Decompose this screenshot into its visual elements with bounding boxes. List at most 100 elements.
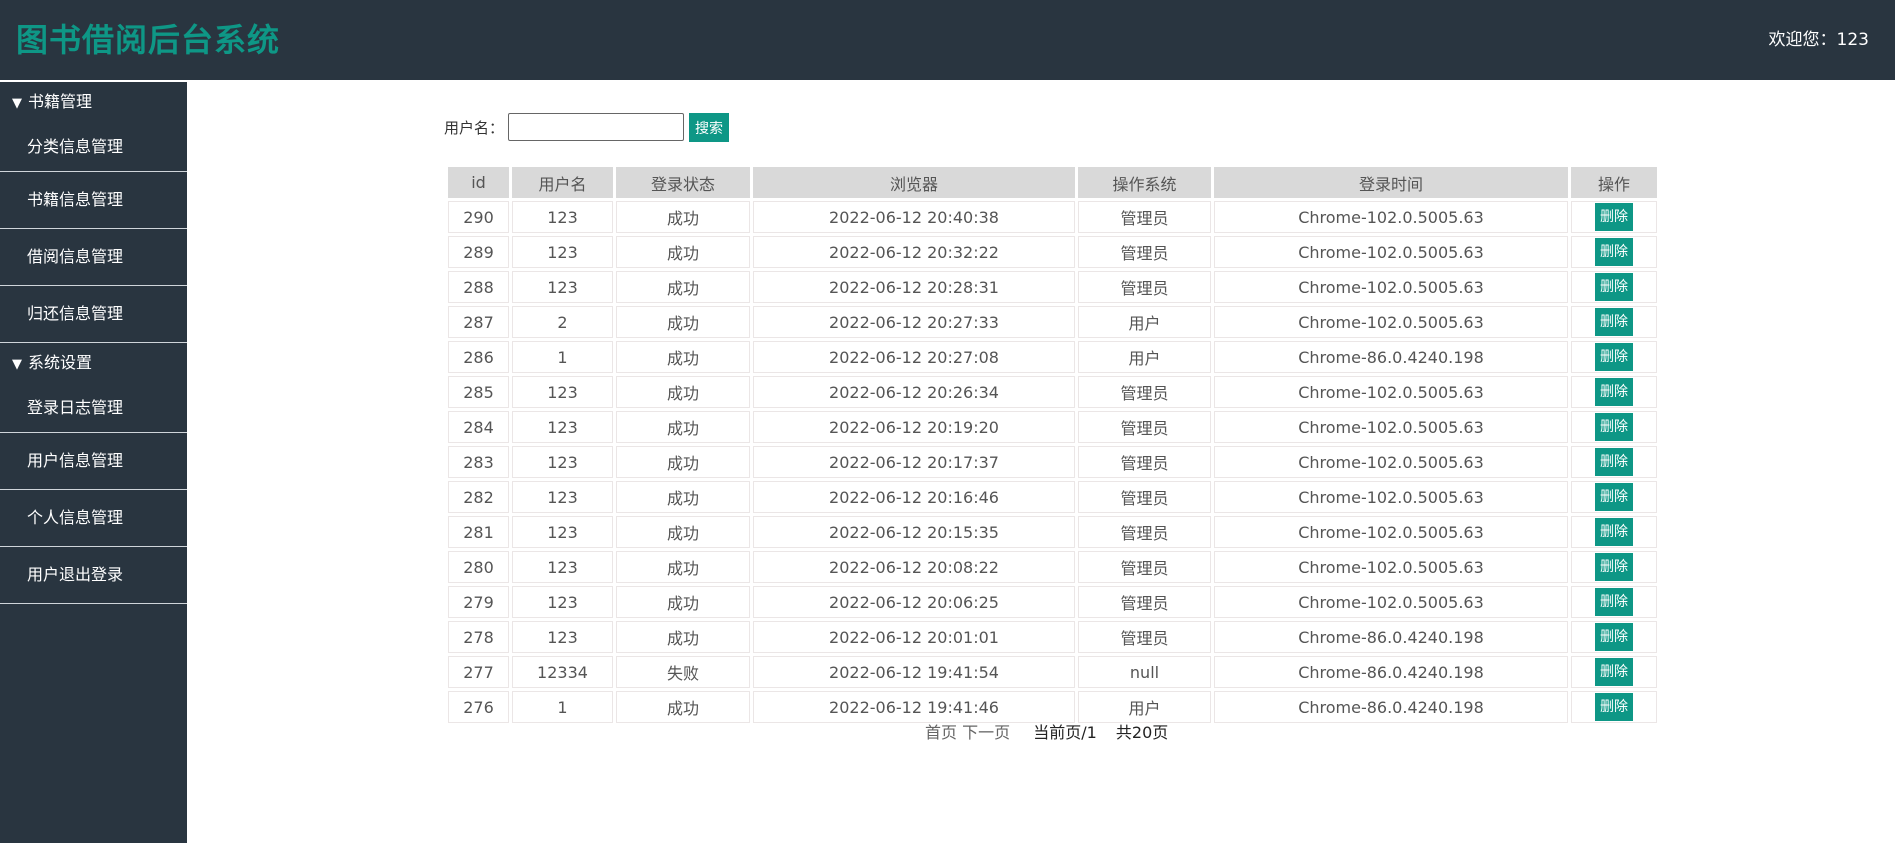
cell-id: 279 [448, 586, 509, 618]
cell-id: 278 [448, 621, 509, 653]
cell-status: 成功 [616, 306, 750, 338]
cell-status: 成功 [616, 586, 750, 618]
cell-status: 成功 [616, 341, 750, 373]
sidebar-item-users[interactable]: 用户信息管理 [0, 433, 187, 490]
table-row: 287 2 成功 2022-06-12 20:27:33 用户 Chrome-102.0.… [448, 306, 1657, 338]
sidebar: ▼ 书籍管理 分类信息管理 书籍信息管理 借阅信息管理 归还信息管理 ▼ 系统设置 … [0, 80, 187, 843]
delete-button[interactable]: 删除 [1595, 378, 1633, 406]
column-header-status: 登录状态 [616, 167, 750, 198]
cell-os: 用户 [1078, 341, 1211, 373]
cell-username: 2 [512, 306, 613, 338]
delete-button[interactable]: 删除 [1595, 448, 1633, 476]
cell-status: 失败 [616, 656, 750, 688]
cell-browser: 2022-06-12 20:40:38 [753, 201, 1075, 233]
column-header-os: 操作系统 [1078, 167, 1211, 198]
sidebar-item-login-log[interactable]: 登录日志管理 [0, 383, 187, 433]
cell-id: 277 [448, 656, 509, 688]
cell-login-time: Chrome-102.0.5005.63 [1214, 411, 1568, 443]
cell-login-time: Chrome-86.0.4240.198 [1214, 656, 1568, 688]
cell-action: 删除 [1571, 551, 1657, 583]
cell-browser: 2022-06-12 20:28:31 [753, 271, 1075, 303]
table-header-row: id 用户名 登录状态 浏览器 操作系统 登录时间 操作 [448, 167, 1657, 198]
cell-browser: 2022-06-12 19:41:54 [753, 656, 1075, 688]
cell-id: 283 [448, 446, 509, 478]
delete-button[interactable]: 删除 [1595, 693, 1633, 721]
column-header-login-time: 登录时间 [1214, 167, 1568, 198]
delete-button[interactable]: 删除 [1595, 308, 1633, 336]
pagination: 首页 下一页 当前页/1 共20页 [925, 719, 1168, 743]
cell-os: 管理员 [1078, 481, 1211, 513]
table-row: 280 123 成功 2022-06-12 20:08:22 管理员 Chrome-102… [448, 551, 1657, 583]
welcome-text: 欢迎您：123 [1768, 30, 1869, 50]
sidebar-item-profile[interactable]: 个人信息管理 [0, 490, 187, 547]
sidebar-item-logout[interactable]: 用户退出登录 [0, 547, 187, 604]
delete-button[interactable]: 删除 [1595, 203, 1633, 231]
cell-login-time: Chrome-86.0.4240.198 [1214, 341, 1568, 373]
cell-login-time: Chrome-86.0.4240.198 [1214, 691, 1568, 723]
delete-button[interactable]: 删除 [1595, 483, 1633, 511]
cell-status: 成功 [616, 271, 750, 303]
column-header-browser: 浏览器 [753, 167, 1075, 198]
table-row: 277 12334 失败 2022-06-12 19:41:54 null Chrome-… [448, 656, 1657, 688]
cell-browser: 2022-06-12 20:01:01 [753, 621, 1075, 653]
cell-username: 123 [512, 271, 613, 303]
triangle-down-icon: ▼ [12, 96, 22, 111]
cell-action: 删除 [1571, 621, 1657, 653]
app-title: 图书借阅后台系统 [16, 21, 281, 59]
cell-status: 成功 [616, 376, 750, 408]
cell-login-time: Chrome-102.0.5005.63 [1214, 236, 1568, 268]
cell-id: 276 [448, 691, 509, 723]
delete-button[interactable]: 删除 [1595, 413, 1633, 441]
cell-browser: 2022-06-12 20:27:33 [753, 306, 1075, 338]
cell-login-time: Chrome-102.0.5005.63 [1214, 516, 1568, 548]
delete-button[interactable]: 删除 [1595, 658, 1633, 686]
cell-login-time: Chrome-102.0.5005.63 [1214, 376, 1568, 408]
cell-browser: 2022-06-12 20:19:20 [753, 411, 1075, 443]
sidebar-group-settings[interactable]: ▼ 系统设置 [0, 343, 187, 383]
delete-button[interactable]: 删除 [1595, 343, 1633, 371]
cell-browser: 2022-06-12 20:08:22 [753, 551, 1075, 583]
delete-button[interactable]: 删除 [1595, 553, 1633, 581]
delete-button[interactable]: 删除 [1595, 518, 1633, 546]
delete-button[interactable]: 删除 [1595, 273, 1633, 301]
sidebar-item-borrow[interactable]: 借阅信息管理 [0, 229, 187, 286]
cell-action: 删除 [1571, 376, 1657, 408]
cell-status: 成功 [616, 551, 750, 583]
cell-browser: 2022-06-12 20:15:35 [753, 516, 1075, 548]
cell-os: 管理员 [1078, 586, 1211, 618]
cell-action: 删除 [1571, 411, 1657, 443]
cell-id: 285 [448, 376, 509, 408]
cell-action: 删除 [1571, 341, 1657, 373]
table-row: 289 123 成功 2022-06-12 20:32:22 管理员 Chrome-102… [448, 236, 1657, 268]
search-button[interactable]: 搜索 [689, 112, 730, 142]
table-row: 283 123 成功 2022-06-12 20:17:37 管理员 Chrome-102… [448, 446, 1657, 478]
delete-button[interactable]: 删除 [1595, 588, 1633, 616]
cell-login-time: Chrome-102.0.5005.63 [1214, 271, 1568, 303]
cell-action: 删除 [1571, 691, 1657, 723]
table-row: 286 1 成功 2022-06-12 20:27:08 用户 Chrome-86.0.4… [448, 341, 1657, 373]
sidebar-item-books[interactable]: 书籍信息管理 [0, 172, 187, 229]
delete-button[interactable]: 删除 [1595, 623, 1633, 651]
table-row: 288 123 成功 2022-06-12 20:28:31 管理员 Chrome-102… [448, 271, 1657, 303]
column-header-username: 用户名 [512, 167, 613, 198]
column-header-action: 操作 [1571, 167, 1657, 198]
sidebar-item-category[interactable]: 分类信息管理 [0, 122, 187, 172]
first-page-link[interactable]: 首页 [925, 723, 957, 742]
next-page-link[interactable]: 下一页 [962, 723, 1010, 742]
cell-id: 282 [448, 481, 509, 513]
delete-button[interactable]: 删除 [1595, 238, 1633, 266]
login-log-table: id 用户名 登录状态 浏览器 操作系统 登录时间 操作 290 123 成功 202… [445, 164, 1660, 726]
cell-action: 删除 [1571, 656, 1657, 688]
cell-status: 成功 [616, 411, 750, 443]
cell-status: 成功 [616, 236, 750, 268]
sidebar-group-books[interactable]: ▼ 书籍管理 [0, 82, 187, 122]
cell-username: 1 [512, 341, 613, 373]
username-search-input[interactable] [508, 113, 685, 141]
cell-username: 123 [512, 236, 613, 268]
cell-username: 123 [512, 411, 613, 443]
cell-username: 123 [512, 516, 613, 548]
table-row: 285 123 成功 2022-06-12 20:26:34 管理员 Chrome-102… [448, 376, 1657, 408]
cell-os: 管理员 [1078, 271, 1211, 303]
table-row: 290 123 成功 2022-06-12 20:40:38 管理员 Chrome-102… [448, 201, 1657, 233]
sidebar-item-return[interactable]: 归还信息管理 [0, 286, 187, 343]
